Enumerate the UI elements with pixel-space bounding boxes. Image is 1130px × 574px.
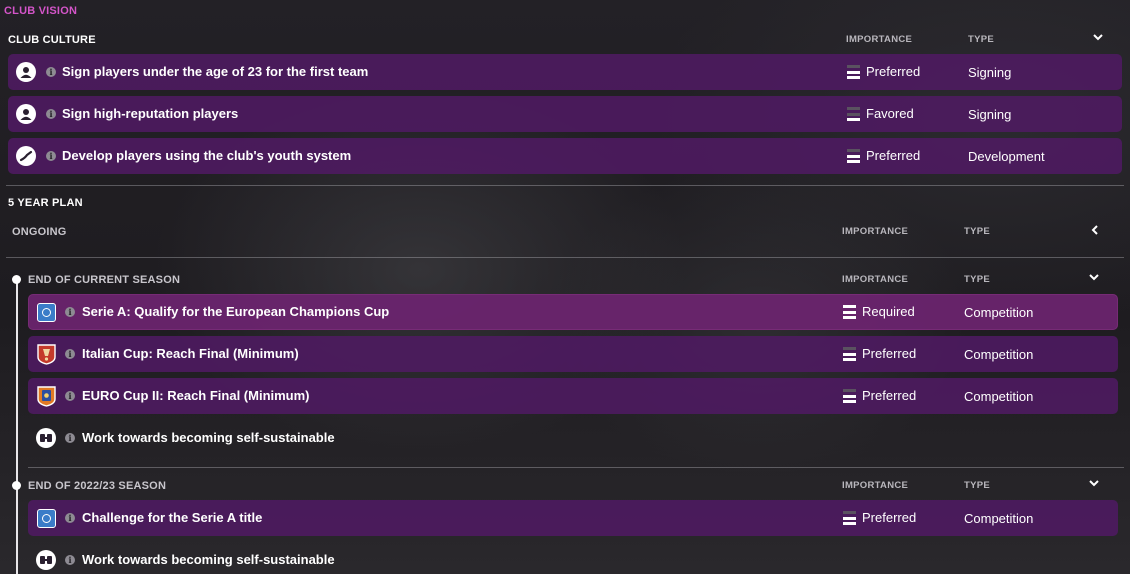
- importance-bars-icon: [847, 65, 860, 79]
- growth-icon: [15, 145, 37, 167]
- ongoing-heading: ONGOING: [12, 226, 67, 238]
- euro-cup-badge-icon: [35, 385, 57, 407]
- info-icon[interactable]: i: [65, 349, 75, 359]
- person-icon: [15, 103, 37, 125]
- finance-icon: [35, 549, 57, 571]
- collapse-chevron-down-icon[interactable]: [1088, 271, 1100, 286]
- expand-chevron-left-icon[interactable]: [1089, 224, 1101, 239]
- section-divider: [28, 467, 1124, 468]
- collapse-chevron-down-icon[interactable]: [1088, 477, 1100, 492]
- plan-row-label: Italian Cup: Reach Final (Minimum): [82, 346, 299, 361]
- info-icon[interactable]: i: [65, 513, 75, 523]
- culture-row-label: Sign high-reputation players: [62, 106, 239, 121]
- importance-value: Preferred: [866, 148, 921, 163]
- five-year-plan-heading: 5 YEAR PLAN: [8, 197, 83, 209]
- plan-row[interactable]: i Work towards becoming self-sustainable: [28, 542, 1118, 574]
- culture-row[interactable]: i Develop players using the club's youth…: [8, 138, 1122, 174]
- culture-row[interactable]: i Sign high-reputation players Favored S…: [8, 96, 1122, 132]
- club-culture-heading: CLUB CULTURE: [8, 34, 96, 46]
- importance-column-header: IMPORTANCE: [842, 274, 909, 285]
- importance-bars-icon: [843, 389, 856, 403]
- timeline-dot: [12, 275, 21, 284]
- info-icon[interactable]: i: [65, 307, 75, 317]
- plan-row-label: Work towards becoming self-sustainable: [82, 430, 335, 445]
- info-icon[interactable]: i: [46, 151, 56, 161]
- timeline-line: [16, 280, 18, 574]
- type-column-header: TYPE: [968, 34, 995, 45]
- importance-value: Preferred: [866, 64, 921, 79]
- plan-row[interactable]: i Challenge for the Serie A title Prefer…: [28, 500, 1118, 536]
- plan-row[interactable]: i EURO Cup II: Reach Final (Minimum) Pre…: [28, 378, 1118, 414]
- serie-a-badge-icon: [35, 507, 57, 529]
- type-column-header: TYPE: [964, 480, 991, 491]
- section-divider: [6, 257, 1124, 258]
- timeline-dot: [12, 481, 21, 490]
- type-value: Competition: [964, 305, 1034, 320]
- plan-row[interactable]: i Italian Cup: Reach Final (Minimum) Pre…: [28, 336, 1118, 372]
- importance-bars-icon: [843, 511, 856, 525]
- plan-row[interactable]: i Work towards becoming self-sustainable: [28, 420, 1118, 456]
- info-icon[interactable]: i: [65, 433, 75, 443]
- type-value: Competition: [964, 511, 1034, 526]
- type-value: Signing: [968, 65, 1012, 80]
- importance-bars-icon: [847, 149, 860, 163]
- group-heading: END OF CURRENT SEASON: [28, 274, 181, 286]
- plan-row-label: EURO Cup II: Reach Final (Minimum): [82, 388, 310, 403]
- plan-row-label: Work towards becoming self-sustainable: [82, 552, 335, 567]
- group-heading: END OF 2022/23 SEASON: [28, 480, 167, 492]
- info-icon[interactable]: i: [65, 391, 75, 401]
- section-divider: [6, 185, 1124, 186]
- plan-row[interactable]: i Serie A: Qualify for the European Cham…: [28, 294, 1118, 330]
- importance-bars-icon: [847, 107, 860, 121]
- culture-row[interactable]: i Sign players under the age of 23 for t…: [8, 54, 1122, 90]
- person-icon: [15, 61, 37, 83]
- type-column-header: TYPE: [964, 226, 991, 237]
- importance-column-header: IMPORTANCE: [842, 226, 909, 237]
- type-column-header: TYPE: [964, 274, 991, 285]
- type-value: Competition: [964, 389, 1034, 404]
- italian-cup-badge-icon: [35, 343, 57, 365]
- importance-value: Required: [862, 304, 915, 319]
- importance-value: Preferred: [862, 388, 917, 403]
- importance-value: Preferred: [862, 510, 917, 525]
- info-icon[interactable]: i: [65, 555, 75, 565]
- plan-row-label: Challenge for the Serie A title: [82, 510, 263, 525]
- finance-icon: [35, 427, 57, 449]
- importance-value: Preferred: [862, 346, 917, 361]
- type-value: Competition: [964, 347, 1034, 362]
- importance-column-header: IMPORTANCE: [846, 34, 913, 45]
- serie-a-badge-icon: [35, 301, 57, 323]
- type-value: Signing: [968, 107, 1012, 122]
- importance-value: Favored: [866, 106, 914, 121]
- culture-row-label: Develop players using the club's youth s…: [62, 148, 352, 163]
- importance-column-header: IMPORTANCE: [842, 480, 909, 491]
- info-icon[interactable]: i: [46, 109, 56, 119]
- importance-bars-icon: [843, 347, 856, 361]
- plan-row-label: Serie A: Qualify for the European Champi…: [82, 304, 390, 319]
- club-vision-panel: CLUB VISION CLUB CULTURE IMPORTANCE TYPE…: [0, 0, 1130, 574]
- type-value: Development: [968, 149, 1045, 164]
- info-icon[interactable]: i: [46, 67, 56, 77]
- collapse-chevron-down-icon[interactable]: [1092, 31, 1104, 46]
- page-title: CLUB VISION: [4, 5, 78, 17]
- culture-row-label: Sign players under the age of 23 for the…: [62, 64, 369, 79]
- importance-bars-icon: [843, 305, 856, 319]
